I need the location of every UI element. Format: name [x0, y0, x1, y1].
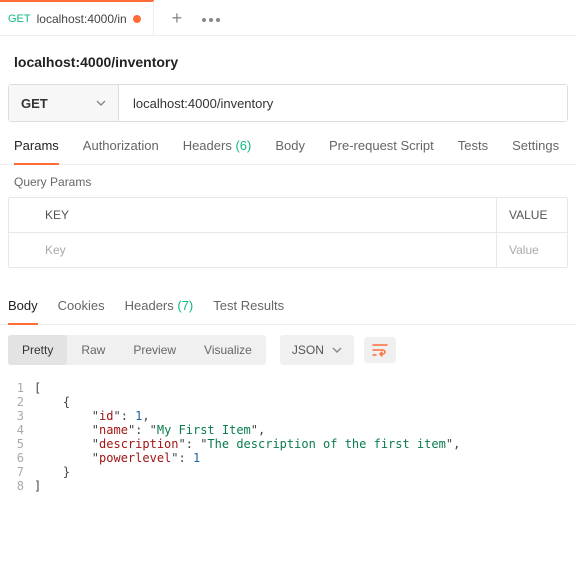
tab-method-label: GET: [8, 13, 31, 25]
tab-options-button[interactable]: [202, 10, 223, 25]
wrap-icon: [372, 343, 388, 357]
format-select[interactable]: JSON: [280, 335, 354, 365]
method-label: GET: [21, 96, 48, 111]
resp-tab-headers[interactable]: Headers (7): [125, 298, 194, 324]
new-tab-button[interactable]: +: [172, 9, 183, 27]
qp-header-value: VALUE: [497, 198, 567, 232]
view-raw[interactable]: Raw: [67, 335, 119, 365]
qp-key-input[interactable]: Key: [9, 233, 497, 267]
view-visualize[interactable]: Visualize: [190, 335, 266, 365]
resp-tab-testresults[interactable]: Test Results: [213, 298, 284, 324]
view-mode-group: Pretty Raw Preview Visualize: [8, 335, 266, 365]
query-params-heading: Query Params: [0, 165, 576, 197]
tab-prerequest[interactable]: Pre-request Script: [329, 138, 434, 164]
tab-body[interactable]: Body: [275, 138, 305, 164]
view-preview[interactable]: Preview: [119, 335, 190, 365]
resp-tab-body[interactable]: Body: [8, 298, 38, 325]
wrap-lines-button[interactable]: [364, 337, 396, 363]
format-label: JSON: [292, 343, 324, 357]
method-select[interactable]: GET: [9, 85, 119, 121]
response-tabs: Body Cookies Headers (7) Test Results: [0, 268, 576, 325]
unsaved-indicator-icon: [133, 15, 141, 23]
tab-settings[interactable]: Settings: [512, 138, 559, 164]
request-tabs: Params Authorization Headers (6) Body Pr…: [0, 122, 576, 165]
view-pretty[interactable]: Pretty: [8, 335, 67, 365]
response-view-bar: Pretty Raw Preview Visualize JSON: [0, 325, 576, 375]
tab-authorization[interactable]: Authorization: [83, 138, 159, 164]
query-params-table: KEY VALUE Key Value: [8, 197, 568, 268]
url-input[interactable]: [119, 85, 567, 121]
chevron-down-icon: [332, 347, 342, 353]
qp-header-key: KEY: [9, 198, 497, 232]
tab-tests[interactable]: Tests: [458, 138, 488, 164]
tab-strip: GET localhost:4000/inventc +: [0, 0, 576, 36]
request-bar: GET: [8, 84, 568, 122]
resp-tab-cookies[interactable]: Cookies: [58, 298, 105, 324]
tab-headers[interactable]: Headers (6): [183, 138, 252, 164]
response-body[interactable]: 1[ 2 { 3 "id": 1, 4 "name": "My First It…: [0, 375, 576, 523]
request-tab[interactable]: GET localhost:4000/inventc: [0, 0, 154, 35]
qp-value-input[interactable]: Value: [497, 233, 567, 267]
tab-params[interactable]: Params: [14, 138, 59, 165]
tab-title: localhost:4000/inventc: [37, 12, 127, 26]
chevron-down-icon: [96, 100, 106, 106]
request-title[interactable]: localhost:4000/inventory: [0, 36, 576, 84]
